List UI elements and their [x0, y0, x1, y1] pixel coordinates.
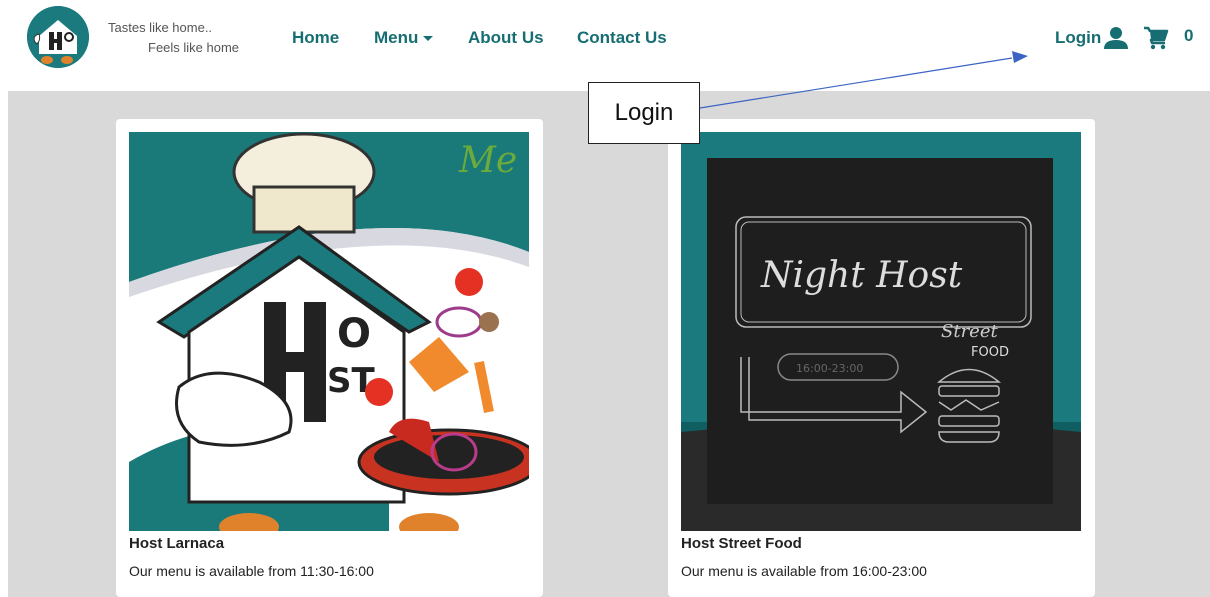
svg-text:Me: Me: [458, 140, 517, 181]
night-host-illustration: Night Host Street FOOD 16:00-23:00: [681, 132, 1081, 531]
brand-tagline-line2: Feels like home: [148, 40, 240, 55]
caret-down-icon: [423, 36, 434, 42]
login-annotation-box: Login: [588, 82, 700, 144]
restaurant-card-street-food[interactable]: Night Host Street FOOD 16:00-23:00 Host …: [668, 119, 1095, 597]
login-link[interactable]: Login: [1055, 28, 1101, 48]
larnaca-card-image[interactable]: Me O ST: [129, 132, 529, 531]
cart-icon[interactable]: [1143, 26, 1169, 50]
nav-menu-dropdown[interactable]: Menu: [374, 28, 434, 48]
top-navbar: Tastes like home.. Feels like home Home …: [0, 0, 1210, 88]
card-title[interactable]: Host Street Food: [681, 535, 802, 552]
nav-menu-label: Menu: [374, 28, 419, 47]
card-hours-text: Our menu is available from 11:30-16:00: [129, 563, 374, 579]
chef-house-illustration: Me O ST: [129, 132, 529, 531]
nav-home-link[interactable]: Home: [292, 28, 339, 48]
night-host-image-text: Night Host: [760, 255, 963, 296]
brand-logo[interactable]: [27, 6, 89, 68]
cart-count: 0: [1184, 26, 1194, 45]
nav-about-link[interactable]: About Us: [468, 28, 544, 48]
card-hours-text: Our menu is available from 16:00-23:00: [681, 563, 927, 579]
brand-tagline-line1: Tastes like home..: [108, 20, 213, 35]
restaurant-card-larnaca[interactable]: Me O ST Host Larnaca Our menu is availab…: [116, 119, 543, 597]
card-title[interactable]: Host Larnaca: [129, 535, 224, 552]
street-image-text: Street: [941, 321, 998, 342]
brand-logo-icon: [27, 6, 89, 68]
nav-contact-link[interactable]: Contact Us: [577, 28, 667, 48]
food-image-text: FOOD: [971, 345, 1009, 360]
hours-image-text: 16:00-23:00: [796, 362, 863, 375]
street-food-card-image[interactable]: Night Host Street FOOD 16:00-23:00: [681, 132, 1081, 531]
svg-text:O: O: [337, 311, 371, 357]
user-icon[interactable]: [1103, 26, 1129, 50]
